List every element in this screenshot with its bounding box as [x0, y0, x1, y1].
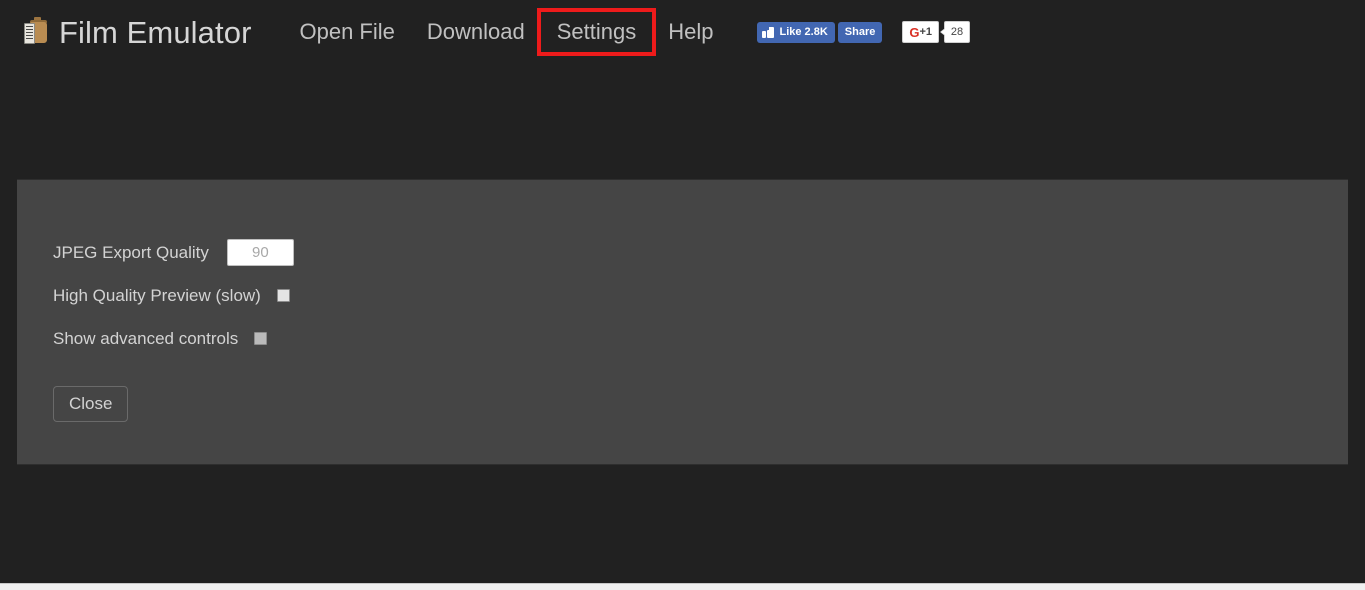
close-button[interactable]: Close: [53, 386, 129, 422]
facebook-widget: Like 2.8K Share: [757, 21, 883, 43]
settings-rows: JPEG Export Quality High Quality Preview…: [17, 180, 1348, 354]
high-quality-preview-label: High Quality Preview (slow): [53, 285, 261, 305]
google-plus-widget: G +1 28: [902, 21, 971, 43]
settings-panel: JPEG Export Quality High Quality Preview…: [17, 179, 1348, 465]
google-plus-count-value: 28: [950, 25, 964, 38]
nav-item-settings[interactable]: Settings: [536, 8, 657, 56]
film-canister-icon: [22, 17, 50, 47]
setting-row-show-advanced-controls: Show advanced controls: [53, 322, 1348, 354]
google-g-icon: G: [909, 24, 920, 40]
setting-row-jpeg-export-quality: JPEG Export Quality: [53, 236, 1348, 268]
show-advanced-controls-label: Show advanced controls: [53, 328, 239, 348]
jpeg-export-quality-input[interactable]: [226, 238, 294, 266]
setting-row-high-quality-preview: High Quality Preview (slow): [53, 279, 1348, 311]
top-navigation-bar: Film Emulator Open File Download Setting…: [0, 0, 1365, 68]
show-advanced-controls-checkbox[interactable]: [254, 331, 268, 345]
google-plus-one-button[interactable]: G +1: [902, 21, 940, 43]
nav-item-open-file[interactable]: Open File: [284, 12, 411, 52]
social-buttons: Like 2.8K Share G +1 28: [757, 8, 971, 56]
nav-item-download[interactable]: Download: [411, 12, 541, 52]
app-title: Film Emulator: [59, 14, 252, 50]
page-root: Film Emulator Open File Download Setting…: [0, 0, 1365, 590]
thumbs-up-icon: [762, 26, 775, 38]
nav-item-help[interactable]: Help: [652, 12, 729, 52]
app-brand[interactable]: Film Emulator: [22, 8, 252, 56]
high-quality-preview-checkbox[interactable]: [276, 288, 290, 302]
nav-links: Open File Download Settings Help: [284, 8, 730, 56]
facebook-like-button[interactable]: Like 2.8K: [757, 21, 835, 43]
google-plus-count-bubble[interactable]: 28: [940, 21, 971, 43]
jpeg-export-quality-label: JPEG Export Quality: [53, 242, 209, 262]
facebook-like-label: Like 2.8K: [779, 25, 828, 38]
google-plus-one-label: +1: [919, 25, 933, 38]
facebook-share-button[interactable]: Share: [837, 21, 883, 43]
page-bottom-edge: [0, 583, 1365, 590]
facebook-share-label: Share: [844, 25, 876, 38]
